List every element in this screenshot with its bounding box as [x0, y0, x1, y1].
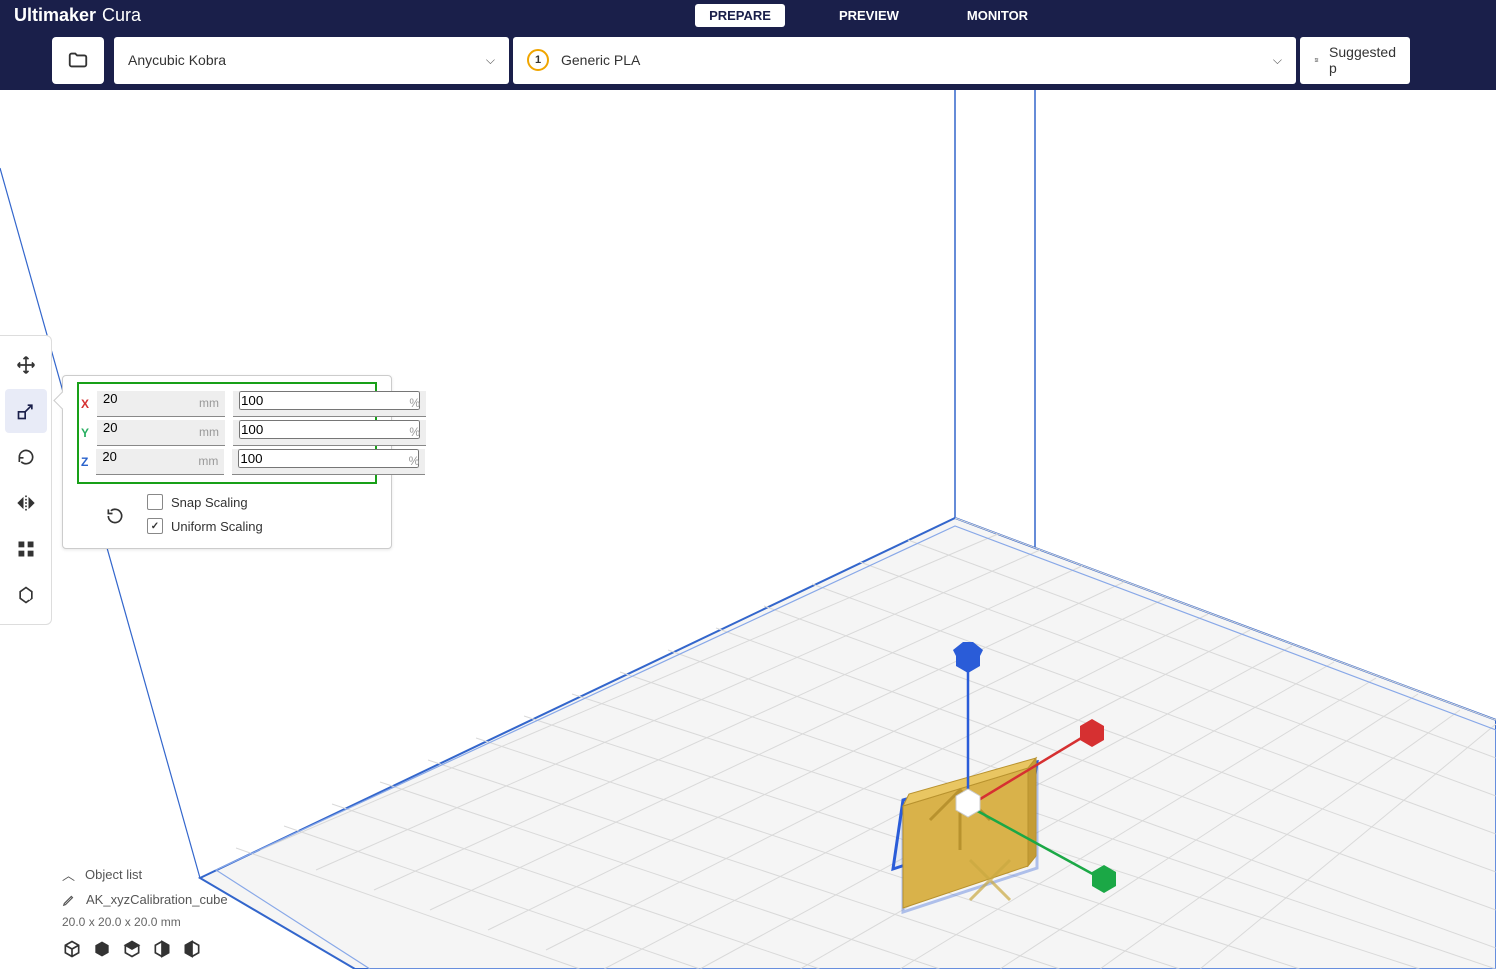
config-bar: Anycubic Kobra ⌵ 1 Generic PLA ⌵ Suggest…	[0, 30, 1496, 90]
move-icon	[16, 355, 36, 375]
scale-y-pct-input[interactable]: %	[233, 420, 426, 446]
object-dimensions: 20.0 x 20.0 x 20.0 mm	[62, 915, 228, 929]
chevron-up-icon: ︿	[62, 865, 75, 884]
scale-row-z: Z mm %	[81, 449, 373, 475]
scale-options: Snap Scaling Uniform Scaling	[77, 494, 377, 534]
app-header: Ultimaker Cura PREPARE PREVIEW MONITOR	[0, 0, 1496, 30]
folder-icon	[67, 49, 89, 71]
uniform-scaling-label: Uniform Scaling	[171, 519, 263, 534]
scale-row-y: Y mm %	[81, 420, 373, 446]
material-name: Generic PLA	[561, 52, 640, 68]
unit-pct: %	[409, 425, 420, 439]
stage-tabs: PREPARE PREVIEW MONITOR	[695, 4, 1042, 27]
object-name: AK_xyzCalibration_cube	[86, 892, 228, 907]
tool-scale[interactable]	[5, 389, 47, 433]
chevron-down-icon: ⌵	[486, 53, 495, 68]
app-logo: Ultimaker Cura	[0, 5, 155, 26]
print-settings-dropdown[interactable]: Suggested p	[1300, 37, 1410, 84]
object-list-item[interactable]: AK_xyzCalibration_cube	[62, 888, 228, 911]
unit-mm: mm	[199, 425, 219, 439]
highlighted-region: X mm % Y mm % Z mm %	[77, 382, 377, 484]
viewport-3d[interactable]: X mm % Y mm % Z mm % Snap Scali	[0, 90, 1496, 969]
object-list-toggle[interactable]: ︿ Object list	[62, 861, 228, 888]
mesh-icon	[16, 539, 36, 559]
reset-scale-button[interactable]	[101, 502, 129, 530]
view-top-icon[interactable]	[122, 939, 142, 959]
checkbox-icon	[147, 494, 163, 510]
scale-x-pct-input[interactable]: %	[233, 391, 426, 417]
support-blocker-icon	[16, 585, 36, 605]
tool-move[interactable]	[5, 343, 47, 387]
material-dropdown[interactable]: 1 Generic PLA ⌵	[513, 37, 1296, 84]
scale-panel: X mm % Y mm % Z mm % Snap Scali	[62, 375, 392, 549]
snap-scaling-checkbox[interactable]: Snap Scaling	[147, 494, 263, 510]
axis-label-x: X	[81, 397, 89, 411]
tab-preview[interactable]: PREVIEW	[825, 4, 913, 27]
view-left-icon[interactable]	[152, 939, 172, 959]
axis-label-y: Y	[81, 426, 89, 440]
tool-support-blocker[interactable]	[5, 573, 47, 617]
print-settings-label: Suggested p	[1329, 44, 1396, 76]
view-right-icon[interactable]	[182, 939, 202, 959]
object-list-label: Object list	[85, 867, 142, 882]
logo-brand: Ultimaker	[14, 5, 96, 26]
rotate-icon	[16, 447, 36, 467]
scale-x-mm-input[interactable]: mm	[97, 391, 225, 417]
open-file-button[interactable]	[52, 37, 104, 84]
tool-rotate[interactable]	[5, 435, 47, 479]
scale-z-pct-input[interactable]: %	[232, 449, 425, 475]
scale-y-mm-input[interactable]: mm	[97, 420, 225, 446]
tool-mesh-type[interactable]	[5, 527, 47, 571]
view-front-icon[interactable]	[92, 939, 112, 959]
view-3d-icon[interactable]	[62, 939, 82, 959]
axis-label-z: Z	[81, 455, 88, 469]
view-icons-row	[62, 939, 228, 959]
scale-row-x: X mm %	[81, 391, 373, 417]
unit-mm: mm	[198, 454, 218, 468]
unit-pct: %	[409, 454, 420, 468]
chevron-down-icon: ⌵	[1273, 53, 1282, 68]
reset-icon	[105, 506, 125, 526]
checkbox-checked-icon	[147, 518, 163, 534]
tool-mirror[interactable]	[5, 481, 47, 525]
object-list-panel: ︿ Object list AK_xyzCalibration_cube 20.…	[62, 861, 228, 959]
scale-icon	[16, 401, 36, 421]
scale-z-mm-input[interactable]: mm	[96, 449, 224, 475]
sliders-icon	[1314, 50, 1319, 70]
unit-pct: %	[409, 396, 420, 410]
transform-toolbar	[0, 335, 52, 625]
snap-scaling-label: Snap Scaling	[171, 495, 248, 510]
unit-mm: mm	[199, 396, 219, 410]
mirror-icon	[16, 493, 36, 513]
tab-monitor[interactable]: MONITOR	[953, 4, 1042, 27]
printer-dropdown[interactable]: Anycubic Kobra ⌵	[114, 37, 509, 84]
logo-product: Cura	[102, 5, 141, 26]
printer-name: Anycubic Kobra	[128, 52, 226, 68]
pencil-icon	[62, 893, 76, 907]
extruder-badge: 1	[527, 49, 549, 71]
uniform-scaling-checkbox[interactable]: Uniform Scaling	[147, 518, 263, 534]
tab-prepare[interactable]: PREPARE	[695, 4, 785, 27]
